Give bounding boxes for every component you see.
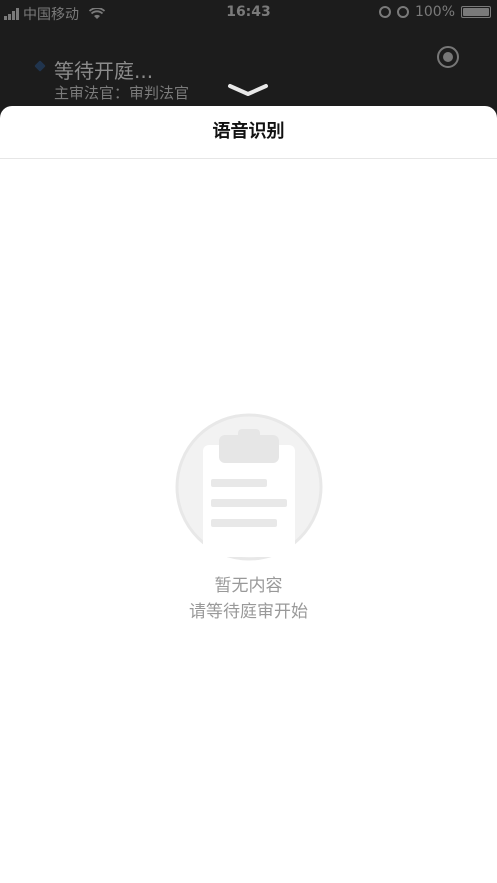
- clipboard-icon: [175, 413, 322, 561]
- session-status: 等待开庭...: [54, 59, 154, 83]
- status-bar: 中国移动 16:43 100%: [0, 0, 497, 26]
- judge-info: 主审法官：审判法官: [54, 84, 190, 102]
- chevron-down-icon[interactable]: [227, 80, 269, 100]
- empty-title: 暂无内容: [214, 576, 283, 596]
- empty-subtitle: 请等待庭审开始: [189, 602, 308, 622]
- battery-icon: [461, 6, 491, 18]
- record-icon[interactable]: [437, 46, 459, 68]
- battery-percent: 100%: [414, 4, 455, 20]
- alarm-icon: [396, 6, 409, 18]
- status-dot-icon: [34, 60, 46, 72]
- battery-level: [463, 8, 489, 16]
- sheet-title: 语音识别: [0, 106, 497, 159]
- speech-recognition-sheet: 语音识别 暂无内容 请等待庭审开始: [0, 106, 497, 883]
- orientation-lock-icon: [378, 6, 391, 18]
- empty-state: 暂无内容 请等待庭审开始: [0, 413, 497, 625]
